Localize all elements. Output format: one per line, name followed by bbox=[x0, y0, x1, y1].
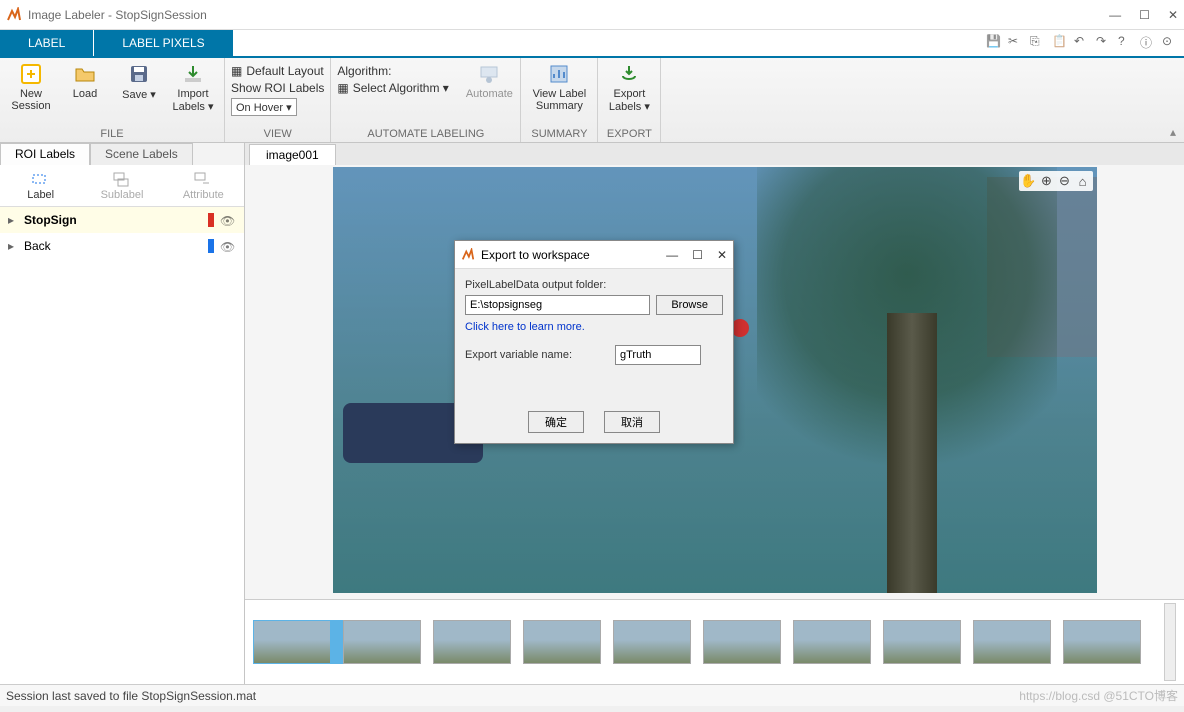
summary-group-label: SUMMARY bbox=[527, 126, 591, 142]
dialog-minimize-button[interactable]: — bbox=[666, 248, 678, 262]
window-close-button[interactable]: ✕ bbox=[1168, 8, 1178, 22]
dialog-maximize-button[interactable]: ☐ bbox=[692, 248, 703, 262]
redo-icon[interactable]: ↷ bbox=[1096, 34, 1112, 50]
ribbon-group-summary: View Label Summary SUMMARY bbox=[521, 58, 598, 142]
window-title: Image Labeler - StopSignSession bbox=[28, 8, 1109, 22]
options-icon[interactable]: ⊙ bbox=[1162, 34, 1178, 50]
save-icon[interactable]: 💾 bbox=[986, 34, 1002, 50]
automate-group-label: AUTOMATE LABELING bbox=[337, 126, 514, 142]
export-dialog[interactable]: Export to workspace — ☐ ✕ PixelLabelData… bbox=[454, 240, 734, 444]
export-group-label: EXPORT bbox=[604, 126, 654, 142]
attribute-tool-button: Attribute bbox=[163, 165, 244, 206]
learn-more-link[interactable]: Click here to learn more. bbox=[465, 321, 723, 333]
cancel-button[interactable]: 取消 bbox=[604, 411, 660, 433]
expand-icon[interactable]: ▸ bbox=[8, 213, 18, 227]
dialog-titlebar[interactable]: Export to workspace — ☐ ✕ bbox=[455, 241, 733, 269]
label-tool-button[interactable]: Label bbox=[0, 165, 81, 206]
pan-icon[interactable]: ✋ bbox=[1021, 173, 1037, 189]
tab-label[interactable]: LABEL bbox=[0, 30, 94, 56]
thumbnail[interactable] bbox=[703, 620, 781, 664]
window-minimize-button[interactable]: — bbox=[1109, 8, 1121, 22]
label-row-stopsign[interactable]: ▸ StopSign 👁 bbox=[0, 207, 244, 233]
image-tab[interactable]: image001 bbox=[249, 144, 336, 165]
show-roi-labels: Show ROI Labels bbox=[231, 81, 324, 95]
thumbnail[interactable] bbox=[433, 620, 511, 664]
undo-icon[interactable]: ↶ bbox=[1074, 34, 1090, 50]
label-name: Back bbox=[24, 239, 202, 253]
zoom-out-icon[interactable]: ⊖ bbox=[1057, 173, 1073, 189]
new-session-button[interactable]: New Session bbox=[6, 62, 56, 112]
quick-access-toolbar: 💾 ✂ ⎘ 📋 ↶ ↷ ? ⓘ ⊙ bbox=[986, 34, 1178, 50]
cut-icon[interactable]: ✂ bbox=[1008, 34, 1024, 50]
load-button[interactable]: Load bbox=[60, 62, 110, 100]
label-name: StopSign bbox=[24, 213, 202, 227]
matlab-icon bbox=[461, 248, 475, 262]
help-qat-icon[interactable]: ? bbox=[1118, 34, 1134, 50]
thumbnail[interactable] bbox=[253, 620, 331, 664]
ribbon-group-file: New Session Load Save ▾ Import Labels ▾ … bbox=[0, 58, 225, 142]
visibility-icon[interactable]: 👁 bbox=[220, 214, 236, 226]
variable-name-input[interactable] bbox=[615, 345, 701, 365]
window-titlebar[interactable]: Image Labeler - StopSignSession — ☐ ✕ bbox=[0, 0, 1184, 30]
sublabel-tool-button: Sublabel bbox=[81, 165, 162, 206]
home-icon[interactable]: ⌂ bbox=[1075, 173, 1091, 189]
ribbon: New Session Load Save ▾ Import Labels ▾ … bbox=[0, 58, 1184, 143]
paste-icon[interactable]: 📋 bbox=[1052, 34, 1068, 50]
main-tab-row: LABEL LABEL PIXELS 💾 ✂ ⎘ 📋 ↶ ↷ ? ⓘ ⊙ bbox=[0, 30, 1184, 58]
thumbnail-scrollbar[interactable] bbox=[1164, 603, 1176, 681]
matlab-icon bbox=[6, 7, 22, 23]
file-group-label: FILE bbox=[6, 126, 218, 142]
window-maximize-button[interactable]: ☐ bbox=[1139, 8, 1150, 22]
default-layout-button[interactable]: ▦Default Layout bbox=[231, 64, 324, 78]
thumbnail[interactable] bbox=[973, 620, 1051, 664]
ribbon-collapse-icon[interactable]: ▴ bbox=[1170, 125, 1176, 139]
color-swatch bbox=[208, 213, 214, 227]
thumbnail[interactable] bbox=[613, 620, 691, 664]
algorithm-header: Algorithm: bbox=[337, 64, 460, 78]
dialog-close-button[interactable]: ✕ bbox=[717, 248, 727, 262]
watermark: https://blog.csd @51CTO博客 bbox=[1019, 687, 1178, 704]
output-folder-label: PixelLabelData output folder: bbox=[465, 279, 723, 291]
save-button[interactable]: Save ▾ bbox=[114, 62, 164, 101]
dialog-title: Export to workspace bbox=[481, 248, 666, 262]
scene-trunk bbox=[887, 313, 937, 593]
select-algorithm-button[interactable]: ▦Select Algorithm ▾ bbox=[337, 81, 460, 95]
ribbon-group-view: ▦Default Layout Show ROI Labels On Hover… bbox=[225, 58, 331, 142]
tab-label-pixels[interactable]: LABEL PIXELS bbox=[94, 30, 232, 56]
left-panel: ROI Labels Scene Labels Label Sublabel A… bbox=[0, 143, 245, 684]
expand-icon[interactable]: ▸ bbox=[8, 239, 18, 253]
thumbnail[interactable] bbox=[523, 620, 601, 664]
thumbnail[interactable] bbox=[1063, 620, 1141, 664]
view-label-summary-button[interactable]: View Label Summary bbox=[527, 62, 591, 112]
help-icon[interactable]: ⓘ bbox=[1140, 34, 1156, 50]
visibility-icon[interactable]: 👁 bbox=[220, 240, 236, 252]
thumbnail-strip bbox=[245, 599, 1184, 684]
status-message: Session last saved to file StopSignSessi… bbox=[6, 689, 256, 703]
browse-button[interactable]: Browse bbox=[656, 295, 723, 315]
on-hover-select[interactable]: On Hover ▾ bbox=[231, 98, 297, 116]
thumbnail[interactable] bbox=[793, 620, 871, 664]
status-bar: Session last saved to file StopSignSessi… bbox=[0, 684, 1184, 706]
tab-scene-labels[interactable]: Scene Labels bbox=[90, 143, 193, 165]
zoom-in-icon[interactable]: ⊕ bbox=[1039, 173, 1055, 189]
ribbon-group-automate: Algorithm: ▦Select Algorithm ▾ Automate … bbox=[331, 58, 521, 142]
thumbnail[interactable] bbox=[343, 620, 421, 664]
label-row-back[interactable]: ▸ Back 👁 bbox=[0, 233, 244, 259]
output-folder-input[interactable] bbox=[465, 295, 650, 315]
ok-button[interactable]: 确定 bbox=[528, 411, 584, 433]
thumbnail[interactable] bbox=[883, 620, 961, 664]
automate-button[interactable]: Automate bbox=[464, 62, 514, 100]
label-list: ▸ StopSign 👁 ▸ Back 👁 bbox=[0, 207, 244, 684]
color-swatch bbox=[208, 239, 214, 253]
tab-roi-labels[interactable]: ROI Labels bbox=[0, 143, 90, 165]
copy-icon[interactable]: ⎘ bbox=[1030, 34, 1046, 50]
export-labels-button[interactable]: Export Labels ▾ bbox=[604, 62, 654, 113]
import-labels-button[interactable]: Import Labels ▾ bbox=[168, 62, 218, 113]
variable-name-label: Export variable name: bbox=[465, 349, 605, 361]
ribbon-group-export: Export Labels ▾ EXPORT bbox=[598, 58, 661, 142]
view-group-label: VIEW bbox=[231, 126, 324, 142]
